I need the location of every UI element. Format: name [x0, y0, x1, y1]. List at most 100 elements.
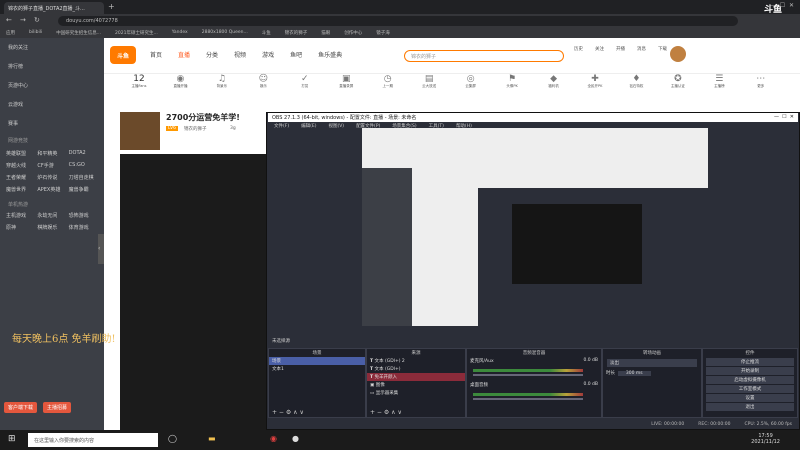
game-link[interactable]: 魔兽争霸	[69, 186, 98, 193]
game-link[interactable]: 英雄联盟	[6, 150, 35, 157]
nav-yuba[interactable]: 鱼吧	[290, 50, 302, 59]
studio-mode-button[interactable]: 工作室模式	[706, 385, 794, 393]
mixer-slider[interactable]	[473, 374, 583, 376]
sidebar-item-games[interactable]: 页游中心	[0, 76, 104, 95]
transition-select[interactable]: 淡出	[607, 359, 697, 367]
game-link[interactable]: 炉石传说	[37, 174, 66, 181]
sidebar-item-events[interactable]: 赛事	[0, 114, 104, 133]
nav-game[interactable]: 游戏	[262, 50, 274, 59]
message-link[interactable]: 消息	[637, 46, 646, 52]
scene-item[interactable]: 场景	[269, 357, 365, 365]
obs-app-icon[interactable]: ●	[292, 434, 299, 443]
sidebar-item-follow[interactable]: 我的关注	[0, 38, 104, 57]
menu-edit[interactable]: 编辑(E)	[301, 123, 316, 129]
toolbar-item[interactable]: ✪ 主播认证	[663, 74, 693, 104]
download-link[interactable]: 下载	[658, 46, 667, 52]
new-tab-icon[interactable]: +	[108, 2, 115, 11]
nav-festival[interactable]: 鱼乐盛典	[318, 50, 342, 59]
game-link[interactable]: CF手游	[37, 162, 66, 169]
transition-duration[interactable]: 时长 300 ms	[603, 369, 701, 377]
game-link[interactable]: 刀塔自走棋	[69, 174, 98, 181]
sidebar-item-cloud[interactable]: 云游戏	[0, 95, 104, 114]
obs-window-controls[interactable]: — ☐ ✕	[774, 114, 794, 120]
bookmark[interactable]: 创作中心	[344, 30, 362, 36]
chrome-icon[interactable]: ◉	[270, 434, 277, 443]
streamer-name[interactable]: 锦衣的狮子	[184, 126, 207, 132]
toolbar-item[interactable]: ▣ 直播录屏	[331, 74, 361, 104]
toolbar-item[interactable]: ◷ 上一期	[373, 74, 403, 104]
windows-start-icon[interactable]: ⊞	[8, 434, 16, 444]
download-client-button[interactable]: 客户端下载	[4, 402, 38, 413]
toolbar-item[interactable]: ⚑ 头像PK	[497, 74, 527, 104]
stop-streaming-button[interactable]: 停止推流	[706, 358, 794, 366]
toolbar-item[interactable]: ✚ 全民开PK	[580, 74, 610, 104]
task-view-icon[interactable]: ◯	[168, 434, 177, 443]
scene-controls[interactable]: + − ⚙ ∧ ∨	[272, 409, 304, 416]
source-item[interactable]: T 文本 (GDI+)	[367, 365, 465, 373]
avatar[interactable]	[670, 46, 686, 62]
source-controls[interactable]: + − ⚙ ∧ ∨	[370, 409, 402, 416]
nav-live[interactable]: 直播	[178, 50, 190, 59]
bookmark[interactable]: Yandex	[172, 30, 188, 36]
toolbar-item[interactable]: ▤ 云大放送	[414, 74, 444, 104]
recruit-button[interactable]: 主播招募	[43, 402, 72, 413]
source-item[interactable]: ▣ 图像	[367, 381, 465, 389]
sidebar-item-rank[interactable]: 排行榜	[0, 57, 104, 76]
exit-button[interactable]: 退出	[706, 403, 794, 411]
menu-view[interactable]: 视图(V)	[328, 123, 344, 129]
game-link[interactable]: 主机游戏	[6, 212, 35, 219]
file-explorer-icon[interactable]: ▬	[208, 434, 216, 443]
game-link[interactable]: 永劫无间	[37, 212, 66, 219]
bookmark[interactable]: 锦衣的狮子	[285, 30, 308, 36]
game-link[interactable]: DOTA2	[69, 150, 98, 157]
game-link[interactable]: 和平精英	[37, 150, 66, 157]
bookmark[interactable]: 斗鱼	[262, 30, 271, 36]
fans-count[interactable]: 12 主播Fans	[124, 74, 154, 104]
taskbar-search-input[interactable]: 在这里输入你要搜索的内容	[28, 433, 158, 447]
toolbar-item[interactable]: ◆ 福利机	[539, 74, 569, 104]
browser-tab[interactable]: 锦衣的狮子直播_DOTA2直播_斗...	[4, 2, 104, 14]
game-link[interactable]: CS:GO	[69, 162, 98, 169]
toolbar-item[interactable]: ◉ 直播开播	[165, 74, 195, 104]
game-link[interactable]: APEX英雄	[37, 186, 66, 193]
toolbar-item[interactable]: ✓ 打赏	[290, 74, 320, 104]
menu-file[interactable]: 文件(F)	[274, 123, 289, 129]
streamer-avatar[interactable]	[120, 112, 160, 150]
game-link[interactable]: 魔兽世界	[6, 186, 35, 193]
search-input[interactable]: 锦衣的狮子	[404, 50, 564, 62]
video-player[interactable]	[120, 154, 268, 430]
reload-icon[interactable]: ↻	[34, 16, 40, 24]
game-link[interactable]: 穿越火线	[6, 162, 35, 169]
game-link[interactable]: 体育游戏	[69, 224, 98, 231]
source-item[interactable]: T 免羊开颜入	[367, 373, 465, 381]
toolbar-item[interactable]: ♦ 钻石特权	[621, 74, 651, 104]
bookmark[interactable]: 中国研究生招生信息...	[56, 30, 101, 36]
follow-link[interactable]: 关注	[595, 46, 604, 52]
bookmark[interactable]: 2021年硕士研究生...	[115, 30, 158, 36]
game-link[interactable]: 恐怖游戏	[69, 212, 98, 219]
source-item[interactable]: ▭ 显示器采集	[367, 389, 465, 397]
bookmark[interactable]: bilibili	[29, 30, 42, 36]
toolbar-item[interactable]: ☰ 主播榜	[704, 74, 734, 104]
clock[interactable]: 17:59 2021/11/12	[751, 433, 780, 445]
forward-icon[interactable]: →	[20, 16, 26, 24]
toolbar-item[interactable]: ⋯ 更多	[746, 74, 776, 104]
bookmark[interactable]: 应用	[6, 30, 15, 36]
toolbar-item[interactable]: ♫ 背景乐	[207, 74, 237, 104]
nav-video[interactable]: 视频	[234, 50, 246, 59]
nav-home[interactable]: 首页	[150, 50, 162, 59]
back-icon[interactable]: ←	[6, 16, 12, 24]
toolbar-item[interactable]: ☺ 娱乐	[248, 74, 278, 104]
settings-button[interactable]: 设置	[706, 394, 794, 402]
bookmark[interactable]: 猫眼	[321, 30, 330, 36]
scene-item[interactable]: 文本1	[269, 365, 365, 373]
game-link[interactable]: 原神	[6, 224, 35, 231]
bookmark[interactable]: 2880x1800 Queen...	[202, 30, 248, 36]
game-link[interactable]: 王者荣耀	[6, 174, 35, 181]
douyu-logo[interactable]: 斗鱼	[110, 46, 136, 64]
history-link[interactable]: 历史	[574, 46, 583, 52]
start-live-link[interactable]: 开播	[616, 46, 625, 52]
mixer-slider[interactable]	[473, 398, 583, 400]
source-item[interactable]: T 文本 (GDI+) 2	[367, 357, 465, 365]
start-recording-button[interactable]: 开始录制	[706, 367, 794, 375]
